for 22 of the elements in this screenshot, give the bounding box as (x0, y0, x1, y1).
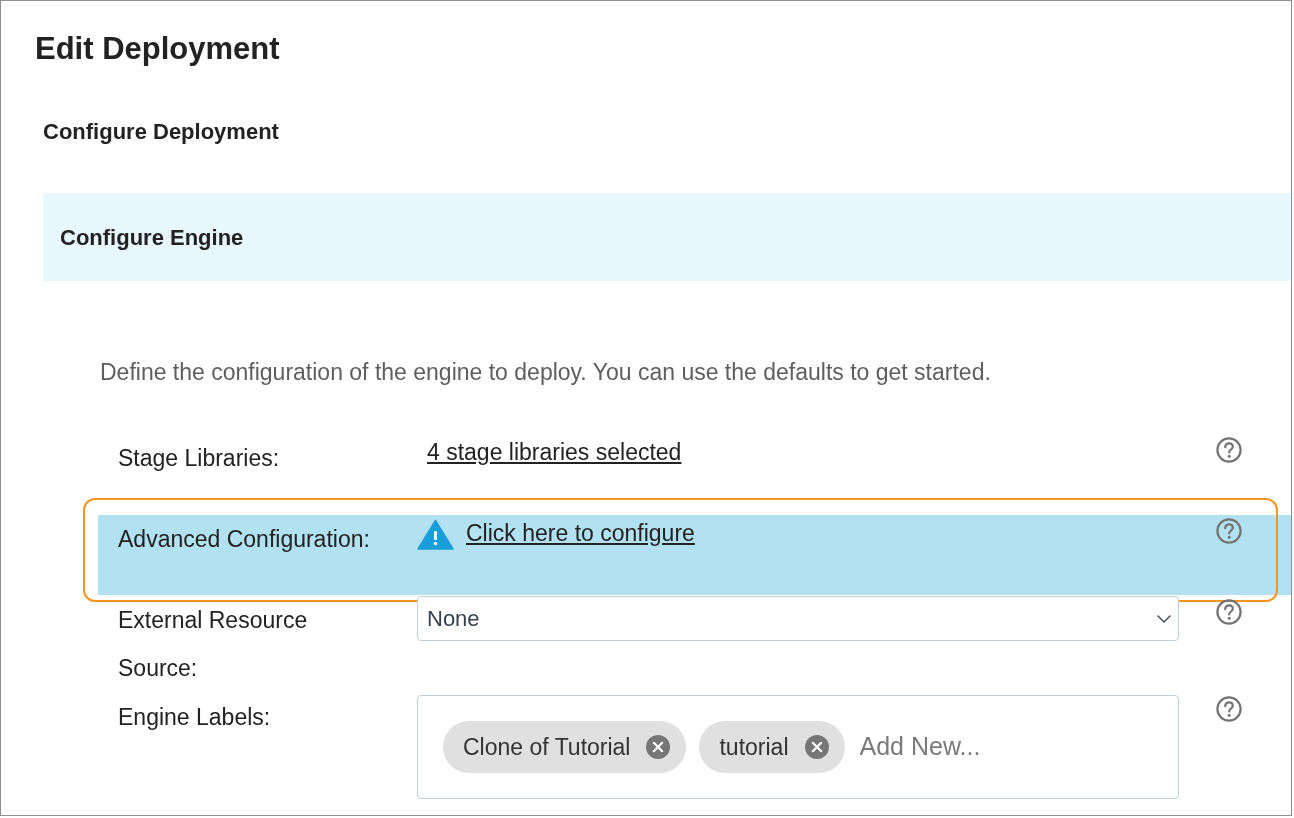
help-icon[interactable] (1216, 437, 1242, 463)
config-link[interactable]: 4 stage libraries selected (417, 434, 682, 470)
remove-icon[interactable] (646, 735, 671, 759)
page-title: Edit Deployment (35, 30, 281, 68)
field-label: External Resource Source: (118, 606, 309, 683)
tag-text: Clone of Tutorial (463, 732, 631, 762)
field-label: Engine Labels: (118, 703, 271, 732)
help-icon[interactable] (1216, 696, 1242, 722)
field-label: Stage Libraries: (118, 444, 280, 473)
help-icon[interactable] (1216, 599, 1242, 625)
add-label-input[interactable]: Add New... (857, 728, 1088, 766)
tag-text: tutorial (719, 732, 789, 762)
chevron-icon (1157, 614, 1171, 623)
config-link[interactable]: Click here to configure (456, 515, 695, 551)
remove-icon[interactable] (804, 735, 829, 759)
labels-field[interactable]: Clone of Tutorial tutorial Add New... (417, 695, 1179, 799)
section-title: Configure Deployment (43, 118, 280, 146)
field-label: Advanced Configuration: (118, 525, 370, 554)
resource-select[interactable]: None (417, 596, 1179, 641)
description-text: Define the configuration of the engine to deploy. You can use the defaults to get started. (100, 358, 992, 386)
help-icon[interactable] (1216, 518, 1242, 544)
panel-title: Configure Engine (60, 223, 244, 252)
